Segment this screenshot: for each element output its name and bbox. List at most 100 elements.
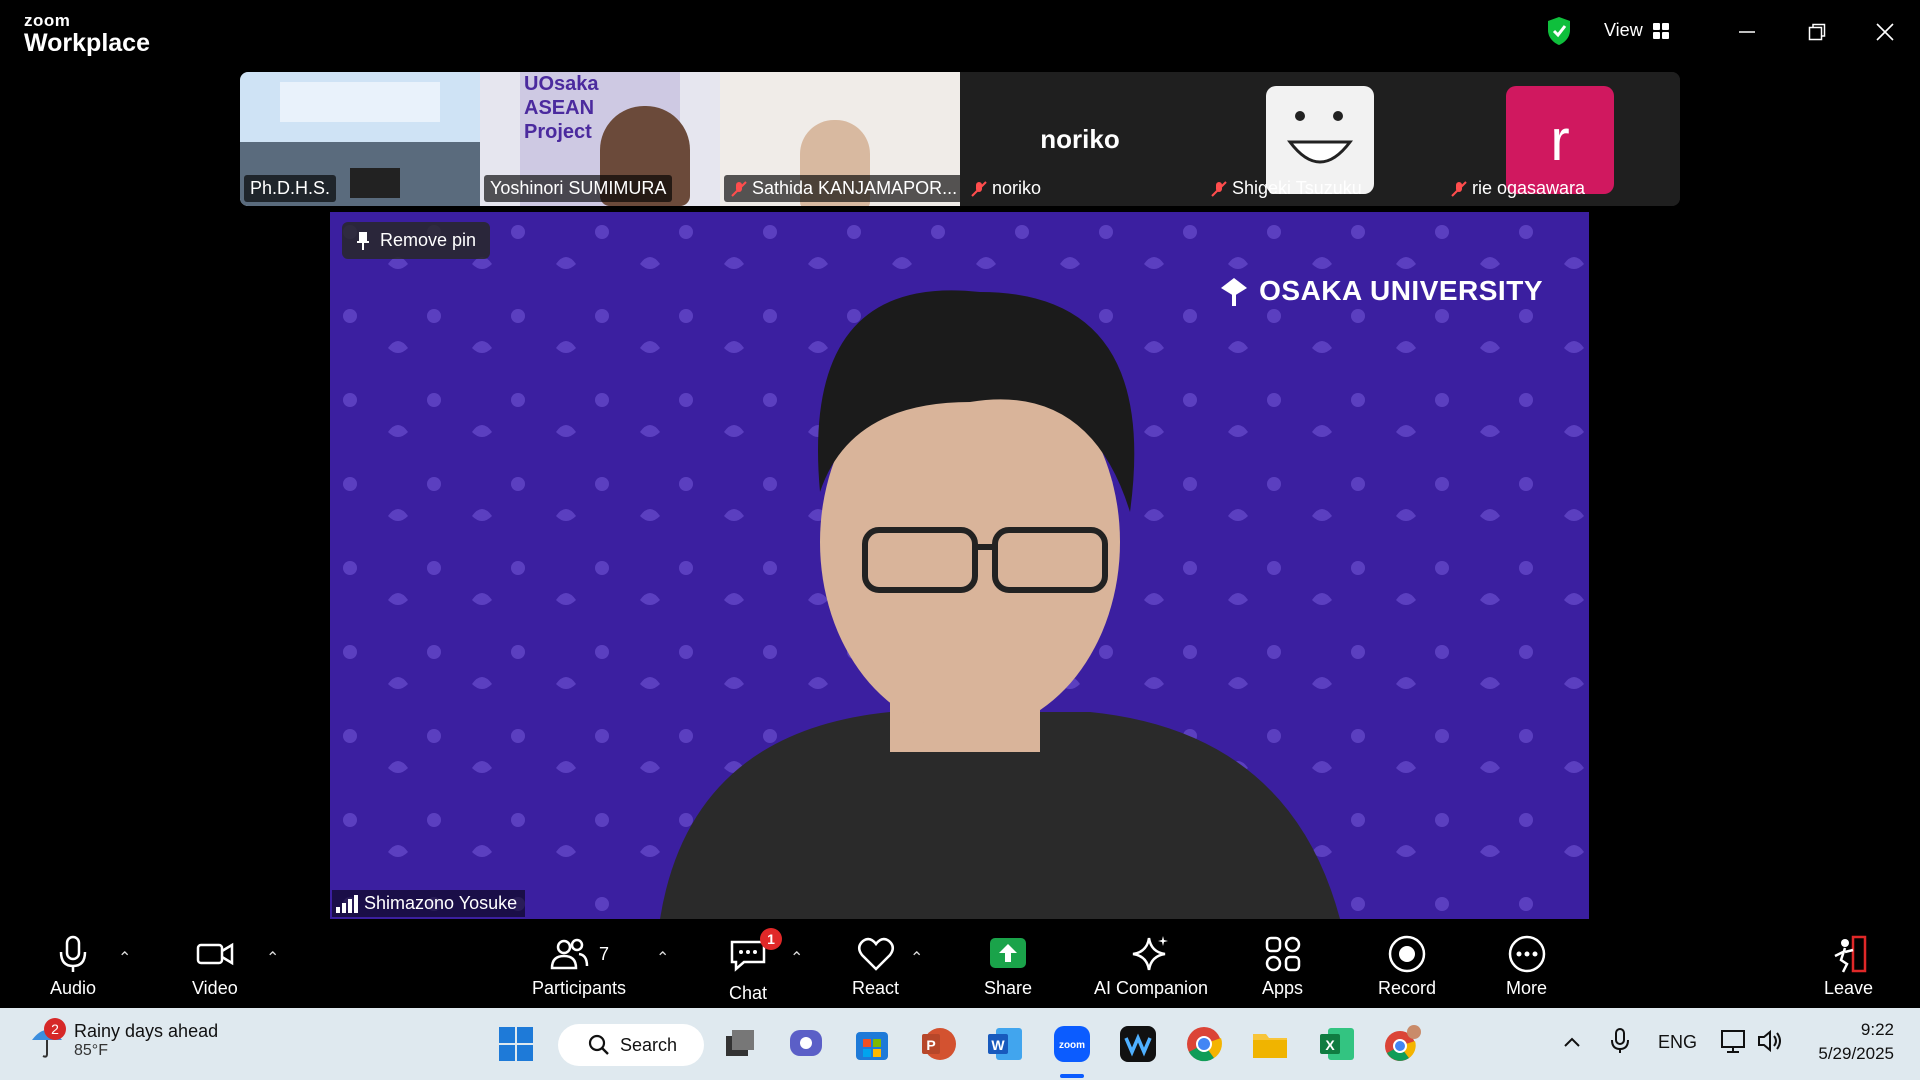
chevron-up-icon[interactable] bbox=[1562, 1032, 1582, 1052]
network-icon[interactable] bbox=[1720, 1028, 1748, 1054]
chat-unread-badge: 1 bbox=[760, 928, 782, 950]
close-icon bbox=[1876, 23, 1894, 41]
record-button[interactable]: Record bbox=[1378, 934, 1436, 999]
participant-name: Yoshinori SUMIMURA bbox=[484, 175, 673, 202]
video-options-caret[interactable]: ⌃ bbox=[266, 948, 279, 968]
audio-label: Audio bbox=[50, 978, 97, 998]
svg-text:zoom: zoom bbox=[1059, 1040, 1085, 1051]
weather-badge: 2 bbox=[44, 1018, 66, 1040]
windows-start-icon[interactable] bbox=[496, 1024, 536, 1064]
system-clock[interactable]: 9:22 5/29/2025 bbox=[1818, 1018, 1894, 1066]
brand-small: zoom bbox=[24, 11, 71, 30]
restore-icon bbox=[1808, 23, 1826, 41]
chat-button[interactable]: 1 Chat bbox=[728, 928, 782, 1004]
close-button[interactable] bbox=[1860, 12, 1910, 52]
video-button[interactable]: Video bbox=[192, 934, 238, 999]
brand-large: Workplace bbox=[24, 29, 150, 57]
apps-button[interactable]: Apps bbox=[1262, 934, 1303, 999]
clock-date: 5/29/2025 bbox=[1818, 1044, 1894, 1063]
more-button[interactable]: More bbox=[1506, 934, 1547, 999]
display-name: noriko bbox=[1040, 124, 1120, 154]
video-camera-icon bbox=[196, 942, 234, 966]
more-label: More bbox=[1506, 978, 1548, 998]
audio-options-caret[interactable]: ⌃ bbox=[118, 948, 131, 968]
audio-button[interactable]: Audio bbox=[50, 934, 96, 999]
leave-icon bbox=[1833, 935, 1866, 973]
participants-icon bbox=[550, 938, 589, 970]
ai-companion-label: AI Companion bbox=[1094, 978, 1209, 998]
heart-icon bbox=[857, 937, 894, 971]
zoom-logo: zoom Workplace bbox=[24, 12, 150, 56]
speaker-label: Shimazono Yosuke bbox=[332, 890, 526, 917]
view-button[interactable]: View bbox=[1604, 20, 1669, 41]
file-explorer-icon[interactable] bbox=[1250, 1024, 1290, 1064]
store-icon[interactable] bbox=[852, 1024, 892, 1064]
participant-name: Ph.D.H.S. bbox=[244, 175, 337, 202]
participant-tile[interactable]: Shigeki Tsuzuku bbox=[1200, 72, 1440, 206]
pin-icon bbox=[357, 231, 369, 250]
word-icon[interactable]: W bbox=[984, 1024, 1024, 1064]
participant-tile[interactable]: Sathida KANJAMAPOR... bbox=[720, 72, 960, 206]
powerpoint-icon[interactable]: P bbox=[918, 1024, 958, 1064]
participants-options-caret[interactable]: ⌃ bbox=[656, 948, 669, 968]
mic-muted-icon bbox=[971, 180, 987, 197]
mic-tray-icon[interactable] bbox=[1610, 1028, 1630, 1054]
mic-muted-icon bbox=[1211, 180, 1227, 197]
svg-text:P: P bbox=[926, 1037, 935, 1053]
banner bbox=[280, 82, 440, 122]
sparkle-icon bbox=[1132, 936, 1169, 971]
excel-icon[interactable]: X bbox=[1316, 1024, 1356, 1064]
webex-icon[interactable] bbox=[1118, 1024, 1158, 1064]
security-shield-icon[interactable] bbox=[1546, 16, 1572, 46]
chrome-profile-icon[interactable] bbox=[1382, 1024, 1422, 1064]
record-label: Record bbox=[1378, 978, 1437, 998]
active-speaker-video: Remove pin OSAKA UNIVERSITY Shimazono Yo… bbox=[330, 212, 1589, 919]
search-label: Search bbox=[620, 1034, 678, 1055]
participant-name: noriko bbox=[964, 175, 1047, 202]
react-options-caret[interactable]: ⌃ bbox=[910, 948, 923, 968]
chat-app-icon[interactable] bbox=[786, 1024, 826, 1064]
share-label: Share bbox=[984, 978, 1033, 998]
participants-count: 7 bbox=[599, 943, 610, 964]
share-button[interactable]: Share bbox=[984, 934, 1032, 999]
title-bar: zoom Workplace View bbox=[0, 0, 1920, 68]
participant-tile[interactable]: UOsaka ASEAN Project Yoshinori SUMIMURA bbox=[480, 72, 720, 206]
language-indicator[interactable]: ENG bbox=[1658, 1032, 1697, 1053]
org-logo: OSAKA UNIVERSITY bbox=[1217, 274, 1543, 308]
more-icon bbox=[1508, 935, 1545, 973]
react-button[interactable]: React bbox=[852, 934, 899, 999]
view-label: View bbox=[1604, 20, 1643, 40]
apps-label: Apps bbox=[1262, 978, 1304, 998]
react-label: React bbox=[852, 978, 900, 998]
minimize-button[interactable] bbox=[1722, 12, 1772, 52]
participant-tile[interactable]: r rie ogasawara bbox=[1440, 72, 1680, 206]
zoom-app-icon[interactable]: zoom bbox=[1052, 1024, 1092, 1064]
participant-name: Shigeki Tsuzuku bbox=[1204, 175, 1368, 202]
volume-icon[interactable] bbox=[1756, 1028, 1784, 1054]
chrome-icon[interactable] bbox=[1184, 1024, 1224, 1064]
weather-title: Rainy days ahead bbox=[74, 1020, 219, 1041]
osaka-logo-icon bbox=[1221, 278, 1248, 306]
taskbar-search[interactable]: Search bbox=[558, 1024, 704, 1066]
active-app-indicator bbox=[1060, 1074, 1084, 1078]
meeting-toolbar: Audio ⌃ Video ⌃ 7 Participants ⌃ 1 Chat … bbox=[0, 920, 1920, 1008]
restore-button[interactable] bbox=[1792, 12, 1842, 52]
ai-companion-button[interactable]: AI Companion bbox=[1094, 934, 1208, 999]
chat-options-caret[interactable]: ⌃ bbox=[790, 948, 803, 968]
banner-text: UOsaka ASEAN Project bbox=[524, 73, 599, 143]
participants-button[interactable]: 7 Participants bbox=[532, 934, 626, 999]
leave-label: Leave bbox=[1824, 978, 1874, 998]
task-view-icon[interactable] bbox=[720, 1024, 760, 1064]
background-pattern bbox=[330, 212, 1589, 919]
weather-widget[interactable]: 2 Rainy days ahead 85°F bbox=[30, 1018, 219, 1060]
participant-name: Sathida KANJAMAPOR... bbox=[724, 175, 960, 202]
mic-muted-icon bbox=[1451, 180, 1467, 197]
mic-muted-icon bbox=[731, 180, 747, 197]
record-icon bbox=[1388, 935, 1426, 973]
participant-tile[interactable]: noriko noriko bbox=[960, 72, 1200, 206]
share-screen-icon bbox=[990, 938, 1027, 968]
remove-pin-button[interactable]: Remove pin bbox=[342, 222, 491, 259]
video-label: Video bbox=[192, 978, 238, 998]
leave-button[interactable]: Leave bbox=[1824, 934, 1873, 999]
participant-tile[interactable]: Ph.D.H.S. bbox=[240, 72, 480, 206]
